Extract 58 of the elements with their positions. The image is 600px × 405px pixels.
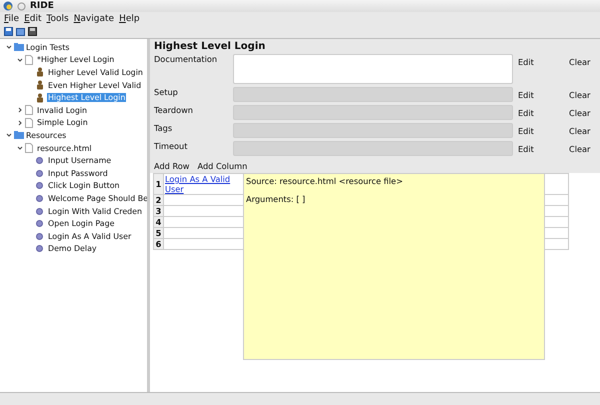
dot-icon xyxy=(36,182,43,190)
app-logo-icon xyxy=(3,1,13,11)
robot-icon xyxy=(36,67,44,78)
dot-icon xyxy=(36,157,43,164)
edit-button[interactable]: Edit xyxy=(514,126,564,136)
toolbar-button[interactable]: Add Column xyxy=(197,161,248,171)
row-number: 4 xyxy=(154,216,164,228)
toolbar-button[interactable]: Add Row xyxy=(154,161,190,171)
clear-button[interactable]: Clear xyxy=(565,57,595,67)
file-icon xyxy=(25,143,33,154)
row-number: 2 xyxy=(154,194,164,206)
dot-icon xyxy=(36,194,43,202)
dot-icon xyxy=(36,245,43,252)
edit-button[interactable]: Edit xyxy=(514,90,564,100)
clear-button[interactable]: Clear xyxy=(565,108,595,118)
clear-button[interactable]: Clear xyxy=(565,90,595,100)
setting-label: Setup xyxy=(154,87,179,97)
robot-icon xyxy=(36,92,44,103)
edit-button[interactable]: Edit xyxy=(514,108,564,118)
file-icon xyxy=(25,54,33,65)
edit-button[interactable]: Edit xyxy=(514,144,564,154)
dot-icon xyxy=(36,232,43,240)
window-title: RIDE xyxy=(30,1,54,11)
documentation-field[interactable] xyxy=(233,54,513,84)
clear-button[interactable]: Clear xyxy=(565,126,595,136)
save-icon[interactable] xyxy=(4,27,13,36)
save-all-icon[interactable] xyxy=(28,27,37,36)
editor-title: Highest Level Login xyxy=(154,41,266,52)
menu-item[interactable]: Edit xyxy=(24,14,42,24)
row-number: 3 xyxy=(154,206,164,216)
dot-icon xyxy=(36,220,43,228)
tooltip-arguments: Arguments: [ ] xyxy=(246,194,306,204)
menu-item[interactable]: Help xyxy=(119,14,140,24)
setting-label: Tags xyxy=(154,123,174,133)
folder-icon xyxy=(14,131,24,140)
row-number: 1 xyxy=(154,174,164,194)
setting-field[interactable] xyxy=(233,105,513,120)
dot-icon xyxy=(36,170,43,177)
setting-label: Timeout xyxy=(154,141,188,151)
menu-item[interactable]: File xyxy=(4,14,20,24)
row-number: 5 xyxy=(154,228,164,238)
menu-item[interactable]: Navigate xyxy=(74,14,114,24)
setting-field[interactable] xyxy=(233,123,513,138)
setting-field[interactable] xyxy=(233,87,513,102)
dot-icon xyxy=(36,208,43,215)
setting-field[interactable] xyxy=(233,141,513,156)
clear-button[interactable]: Clear xyxy=(565,144,595,154)
edit-button[interactable]: Edit xyxy=(514,57,564,67)
folder-icon xyxy=(14,43,24,52)
file-icon xyxy=(25,118,33,128)
setting-label: Documentation xyxy=(154,54,218,64)
menu-item[interactable]: Tools xyxy=(46,14,69,24)
tooltip-source: Source: resource.html <resource file> xyxy=(246,176,404,186)
robot-icon xyxy=(36,80,44,90)
folder-icon[interactable] xyxy=(16,27,25,36)
setting-label: Teardown xyxy=(154,105,194,115)
row-number: 6 xyxy=(154,238,164,250)
file-icon xyxy=(25,105,33,116)
